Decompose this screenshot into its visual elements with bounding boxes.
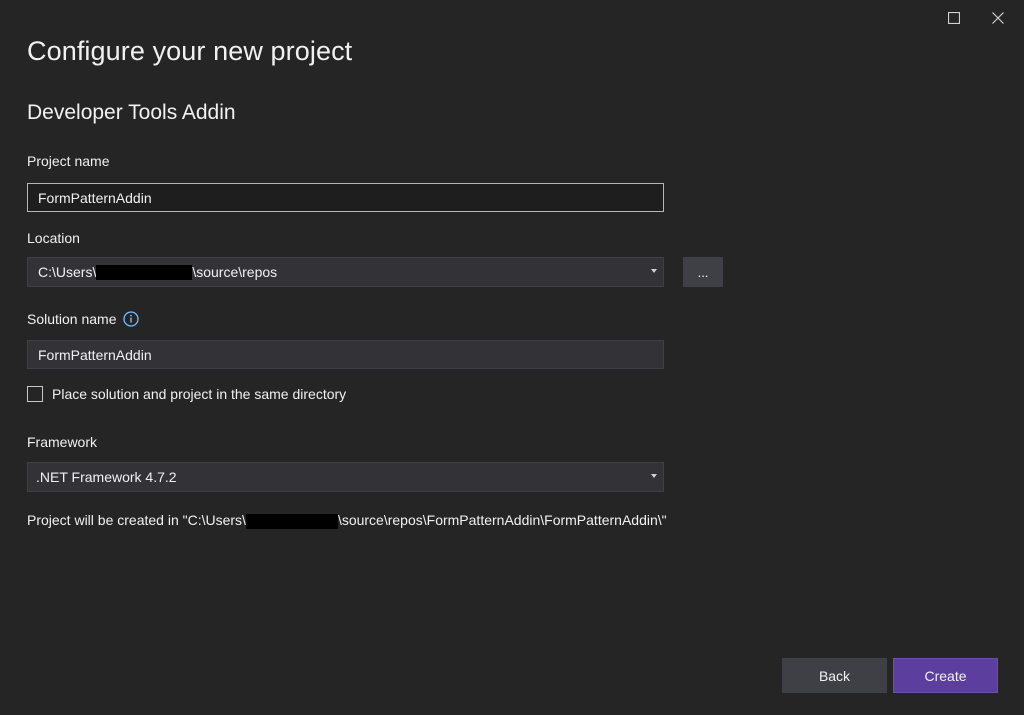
- location-value-prefix: C:\Users\: [38, 264, 97, 280]
- redacted-username: [245, 513, 338, 529]
- close-icon: [992, 12, 1004, 24]
- location-dropdown[interactable]: C:\Users\ \source\repos: [27, 257, 664, 287]
- window-controls: [932, 6, 1020, 30]
- chevron-down-icon: [651, 474, 657, 478]
- framework-label: Framework: [27, 434, 98, 450]
- template-name: Developer Tools Addin: [27, 101, 236, 124]
- info-icon[interactable]: [122, 311, 139, 327]
- close-button[interactable]: [976, 6, 1020, 30]
- solution-name-input[interactable]: [27, 340, 664, 369]
- summary-suffix: \source\repos\FormPatternAddin\FormPatte…: [337, 512, 667, 528]
- project-name-input[interactable]: [27, 183, 664, 212]
- configure-project-dialog: Configure your new project Developer Too…: [0, 0, 1024, 715]
- redacted-username: [96, 264, 193, 280]
- create-button[interactable]: Create: [893, 658, 998, 693]
- framework-dropdown[interactable]: .NET Framework 4.7.2: [27, 462, 664, 492]
- chevron-down-icon: [651, 269, 657, 273]
- location-value-suffix: \source\repos: [192, 264, 278, 280]
- same-directory-label[interactable]: Place solution and project in the same d…: [52, 386, 346, 402]
- solution-name-label: Solution name: [27, 311, 117, 327]
- solution-name-label-row: Solution name: [27, 311, 139, 327]
- same-directory-checkbox[interactable]: [27, 386, 43, 402]
- location-label: Location: [27, 230, 80, 246]
- maximize-button[interactable]: [932, 6, 976, 30]
- summary-prefix: Project will be created in "C:\Users\: [27, 512, 246, 528]
- project-location-summary: Project will be created in "C:\Users\ \so…: [27, 512, 667, 529]
- maximize-icon: [948, 12, 960, 24]
- project-name-label: Project name: [27, 153, 110, 169]
- browse-location-button[interactable]: ...: [683, 257, 723, 287]
- page-title: Configure your new project: [27, 36, 353, 66]
- same-directory-row: Place solution and project in the same d…: [27, 386, 346, 402]
- back-button[interactable]: Back: [782, 658, 887, 693]
- framework-selected-value: .NET Framework 4.7.2: [36, 469, 177, 485]
